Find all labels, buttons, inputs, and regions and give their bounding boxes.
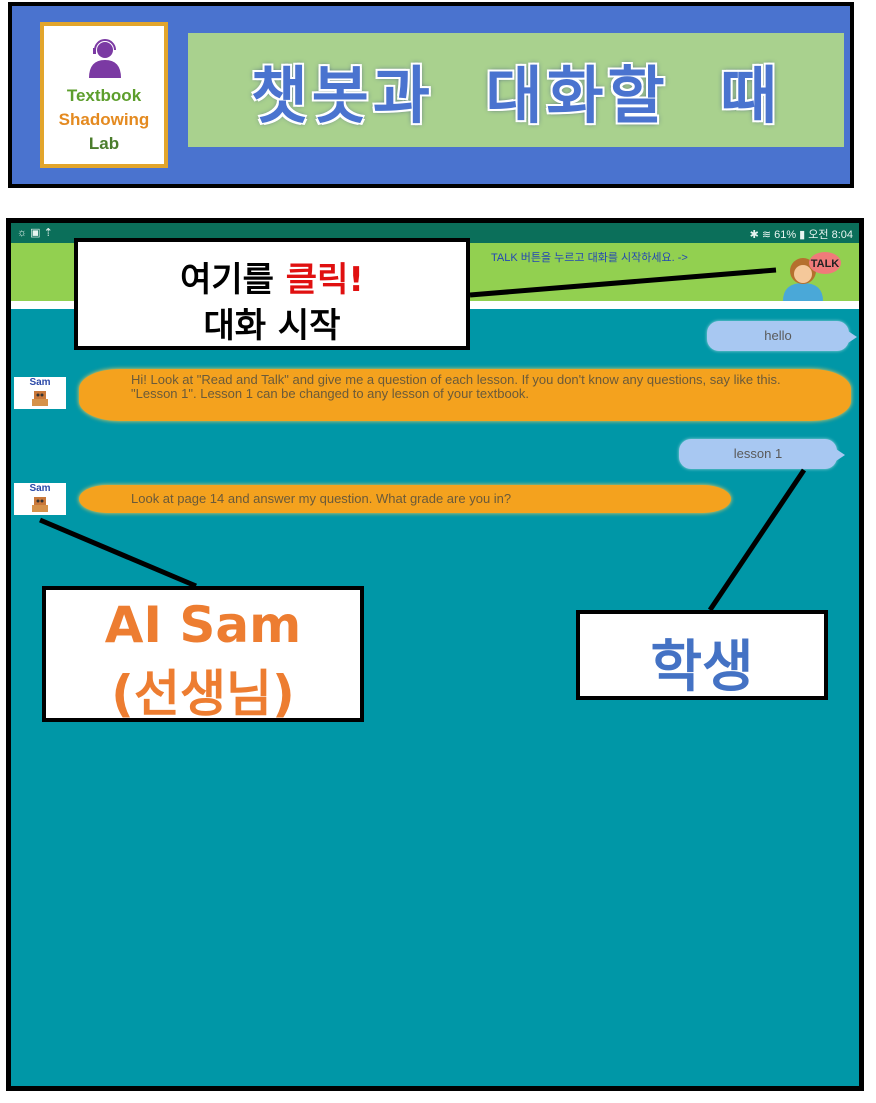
user-message-bubble: hello [707,321,857,351]
talk-label: TALK [811,258,840,270]
status-right-info: ✱ ≋ 61% ▮ 오전 8:04 [749,229,853,241]
callout-student: 학생 [576,610,828,700]
headset-person-icon [89,39,121,78]
bot-message-bubble: Hi! Look at "Read and Talk" and give me … [79,369,851,421]
bot-avatar: Sam [14,377,66,409]
status-left-icons: ☼ ▣ ⇡ [17,227,53,239]
bot-avatar-label: Sam [29,377,51,388]
bot-avatar-label: Sam [29,483,51,494]
callout-click-emphasis: 클릭! [285,260,364,300]
callout-start-chat: 여기를 클릭! 대화 시작 [74,238,470,350]
bot-avatar: Sam [14,483,66,515]
callout-sam-line2: (선생님) [111,665,295,723]
robot-icon [32,391,48,406]
user-message-bubble: lesson 1 [679,439,845,469]
logo-text-2: Shadowing [58,110,150,129]
callout-student-text: 학생 [650,635,754,700]
callout-click-line2: 대화 시작 [203,306,341,346]
page-title: 챗봇과 대화할 때 [250,59,782,132]
callout-click-prefix: 여기를 [180,260,286,300]
talk-hint: TALK 버튼을 누르고 대화를 시작하세요. -> [491,252,688,264]
callout-sam-line1: AI Sam [104,596,302,654]
bot-message-bubble: Look at page 14 and answer my question. … [79,485,731,513]
title-panel: 챗봇과 대화할 때 [188,33,844,147]
logo: Textbook Shadowing Lab [40,22,168,168]
logo-text-3: Lab [88,134,120,153]
talk-button[interactable]: TALK [777,249,841,301]
callout-click-line1: 여기를 클릭! [78,252,466,301]
callout-ai-sam: AI Sam (선생님) [42,586,364,723]
logo-text-1: Textbook [66,86,142,105]
robot-icon [32,497,48,512]
header-banner: Textbook Shadowing Lab 챗봇과 대화할 때 [8,2,854,188]
